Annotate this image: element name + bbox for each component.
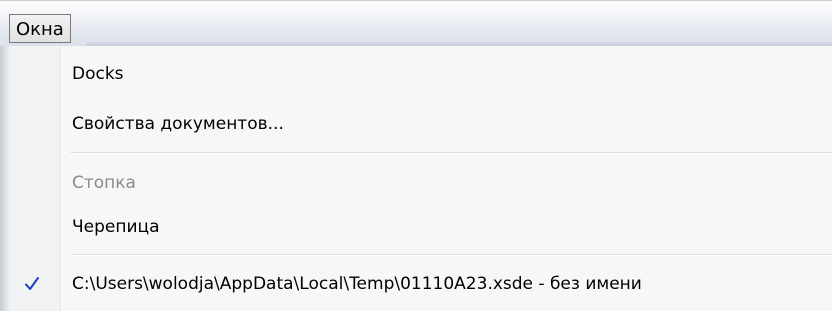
menu-separator [70, 152, 832, 154]
menu-item-label: Стопка [72, 173, 136, 193]
menu-item-open-document[interactable]: C:\Users\wolodja\AppData\Local\Temp\0111… [10, 265, 832, 303]
windows-dropdown-menu: Docks Свойства документов... Стопка Чере… [10, 46, 832, 311]
menu-windows[interactable]: Окна [9, 14, 71, 43]
menu-bar: Окна [0, 0, 832, 47]
menu-item-label: C:\Users\wolodja\AppData\Local\Temp\0111… [72, 274, 642, 294]
menu-item-label: Черепица [72, 217, 160, 237]
checkmark-icon [18, 270, 46, 298]
menu-item-label: Docks [72, 64, 124, 84]
menu-separator [70, 254, 832, 256]
menu-item-docks[interactable]: Docks [10, 55, 832, 93]
window-edge [0, 46, 10, 311]
menu-item-cascade[interactable]: Стопка [10, 164, 832, 202]
menu-item-label: Свойства документов... [72, 114, 284, 134]
menu-item-tile[interactable]: Черепица [10, 208, 832, 246]
menu-item-document-properties[interactable]: Свойства документов... [10, 105, 832, 143]
menu-bar-edge [0, 0, 832, 1]
